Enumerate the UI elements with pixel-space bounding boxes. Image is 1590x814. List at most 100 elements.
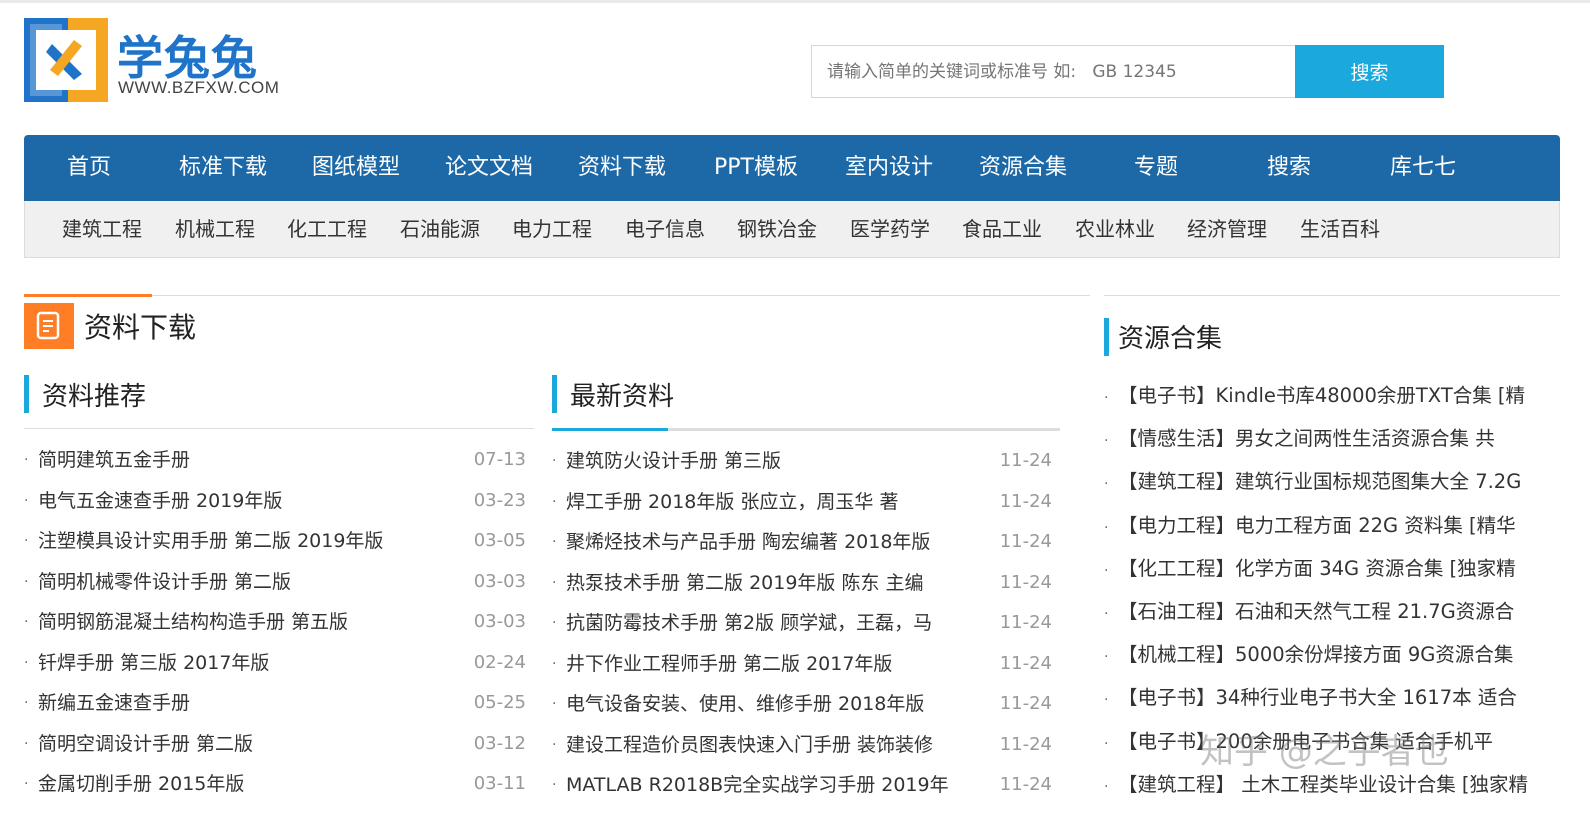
list-item[interactable]: · 焊工手册 2018年版 张应立，周玉华 著 11-24 <box>552 482 1052 523</box>
latest-divider-accent <box>552 428 668 431</box>
nav-item-collections[interactable]: 资源合集 <box>958 135 1088 201</box>
category-mechanical[interactable]: 机械工程 <box>175 201 255 258</box>
list-item[interactable]: · 井下作业工程师手册 第二版 2017年版 11-24 <box>552 644 1052 685</box>
bullet: · <box>24 654 29 671</box>
category-nav: 建筑工程 机械工程 化工工程 石油能源 电力工程 电子信息 钢铁冶金 医学药学 … <box>24 201 1560 258</box>
bullet: · <box>552 696 557 712</box>
bullet: · <box>552 777 557 793</box>
category-life[interactable]: 生活百科 <box>1300 201 1380 258</box>
list-item[interactable]: · 【建筑工程】建筑行业国标规范图集大全 7.2G <box>1104 460 1560 503</box>
nav-item-topics[interactable]: 专题 <box>1091 135 1221 201</box>
bullet: · <box>24 573 29 590</box>
latest-list: · 建筑防火设计手册 第三版 11-24 · 焊工手册 2018年版 张应立，周玉华 … <box>552 441 1052 806</box>
bullet: · <box>552 574 557 591</box>
category-economics[interactable]: 经济管理 <box>1187 201 1267 258</box>
nav-item-ppt[interactable]: PPT模板 <box>691 135 821 201</box>
bullet: · <box>1104 476 1109 493</box>
bullet: · <box>552 453 557 469</box>
category-electronics[interactable]: 电子信息 <box>625 201 705 258</box>
bullet: · <box>24 695 29 711</box>
logo-url-text: WWW.BZFXW.COM <box>118 78 280 97</box>
category-petroleum[interactable]: 石油能源 <box>400 201 480 258</box>
recommended-title: 资料推荐 <box>42 382 147 412</box>
list-item[interactable]: · 简明建筑五金手册 07-13 <box>24 440 526 481</box>
bullet: · <box>24 614 29 630</box>
nav-item-standards[interactable]: 标准下载 <box>158 135 288 201</box>
section-title: 资料下载 <box>84 311 197 344</box>
list-item[interactable]: · 新编五金速查手册 05-25 <box>24 683 526 724</box>
list-item[interactable]: · 注塑模具设计实用手册 第二版 2019年版 03-05 <box>24 521 526 562</box>
bullet: · <box>552 655 557 672</box>
document-icon <box>24 303 74 349</box>
recommended-divider <box>24 428 534 429</box>
nav-item-interior[interactable]: 室内设计 <box>824 135 954 201</box>
list-item[interactable]: · 建筑防火设计手册 第三版 11-24 <box>552 441 1052 482</box>
list-item[interactable]: · 简明机械零件设计手册 第二版 03-03 <box>24 562 526 603</box>
category-food[interactable]: 食品工业 <box>962 201 1042 258</box>
bullet: · <box>24 533 29 549</box>
collections-list: · 【电子书】Kindle书库48000余册TXT合集 [精 · 【情感生活】男女之… <box>1104 374 1560 806</box>
bullet: · <box>1104 692 1109 709</box>
nav-item-papers[interactable]: 论文文档 <box>424 135 554 201</box>
bullet: · <box>552 615 557 631</box>
list-item[interactable]: · 【电子书】Kindle书库48000余册TXT合集 [精 <box>1104 374 1560 417</box>
nav-item-downloads[interactable]: 资料下载 <box>557 135 687 201</box>
nav-item-ku77[interactable]: 库七七 <box>1358 135 1488 201</box>
list-item[interactable]: · 【建筑工程】 土木工程类毕业设计合集 [独家精 <box>1104 763 1560 806</box>
list-item[interactable]: · 简明钢筋混凝土结构构造手册 第五版 03-03 <box>24 602 526 643</box>
nav-item-drawings[interactable]: 图纸模型 <box>291 135 421 201</box>
bullet: · <box>1104 778 1109 795</box>
list-item[interactable]: · 建设工程造价员图表快速入门手册 装饰装修 11-24 <box>552 725 1052 766</box>
list-item[interactable]: · 金属切削手册 2015年版 03-11 <box>24 764 526 805</box>
nav-item-search[interactable]: 搜索 <box>1224 135 1354 201</box>
bullet: · <box>552 493 557 510</box>
list-item[interactable]: · 【机械工程】5000余份焊接方面 9G资源合集 <box>1104 633 1560 676</box>
category-metallurgy[interactable]: 钢铁冶金 <box>737 201 817 258</box>
bullet: · <box>24 735 29 752</box>
list-item[interactable]: · 【电力工程】电力工程方面 22G 资料集 [精华 <box>1104 504 1560 547</box>
category-agriculture[interactable]: 农业林业 <box>1075 201 1155 258</box>
list-item[interactable]: · 【石油工程】石油和天然气工程 21.7G资源合 <box>1104 590 1560 633</box>
list-item[interactable]: · 聚烯烃技术与产品手册 陶宏编著 2018年版 11-24 <box>552 522 1052 563</box>
logo-mark-icon <box>24 18 108 102</box>
category-power[interactable]: 电力工程 <box>512 201 592 258</box>
latest-bar <box>552 375 557 413</box>
list-item[interactable]: · 简明空调设计手册 第二版 03-12 <box>24 724 526 765</box>
list-item[interactable]: · 【电子书】34种行业电子书大全 1617本 适合 <box>1104 676 1560 719</box>
bullet: · <box>1104 519 1109 536</box>
list-item[interactable]: · 电气五金速查手册 2019年版 03-23 <box>24 481 526 522</box>
main-nav: 首页 标准下载 图纸模型 论文文档 资料下载 PPT模板 室内设计 资源合集 专… <box>24 135 1560 201</box>
collections-divider <box>1104 295 1560 296</box>
top-border <box>0 0 1590 3</box>
nav-item-home[interactable]: 首页 <box>24 135 154 201</box>
bullet: · <box>552 736 557 753</box>
collections-title: 资源合集 <box>1118 324 1223 354</box>
list-item[interactable]: · MATLAB R2018B完全实战学习手册 2019年 11-24 <box>552 765 1052 806</box>
bullet: · <box>1104 433 1109 450</box>
bullet: · <box>1104 605 1109 622</box>
bullet: · <box>1104 562 1109 579</box>
bullet: · <box>1104 390 1109 406</box>
site-logo[interactable]: 学兔兔 WWW.BZFXW.COM <box>22 14 302 109</box>
list-item[interactable]: · 钎焊手册 第三版 2017年版 02-24 <box>24 643 526 684</box>
section-divider <box>24 295 1090 296</box>
bullet: · <box>552 534 557 550</box>
bullet: · <box>24 776 29 792</box>
search-input[interactable] <box>811 45 1297 98</box>
list-item[interactable]: · 【情感生活】男女之间两性生活资源合集 共 <box>1104 417 1560 460</box>
search-button[interactable]: 搜索 <box>1295 45 1444 98</box>
list-item[interactable]: · 【化工工程】化学方面 34G 资源合集 [独家精 <box>1104 547 1560 590</box>
category-civil[interactable]: 建筑工程 <box>62 201 142 258</box>
list-item[interactable]: · 【电子书】200余册电子书合集 适合手机平 <box>1104 720 1560 763</box>
latest-title: 最新资料 <box>570 382 675 412</box>
category-chemical[interactable]: 化工工程 <box>287 201 367 258</box>
list-item[interactable]: · 电气设备安装、使用、维修手册 2018年版 11-24 <box>552 684 1052 725</box>
bullet: · <box>24 452 29 468</box>
bullet: · <box>1104 735 1109 752</box>
list-item[interactable]: · 热泵技术手册 第二版 2019年版 陈东 主编 11-24 <box>552 563 1052 604</box>
bullet: · <box>24 492 29 509</box>
list-item[interactable]: · 抗菌防霉技术手册 第2版 顾学斌，王磊，马 11-24 <box>552 603 1052 644</box>
category-medicine[interactable]: 医学药学 <box>850 201 930 258</box>
recommended-bar <box>24 375 29 413</box>
section-accent-bar <box>24 294 152 297</box>
